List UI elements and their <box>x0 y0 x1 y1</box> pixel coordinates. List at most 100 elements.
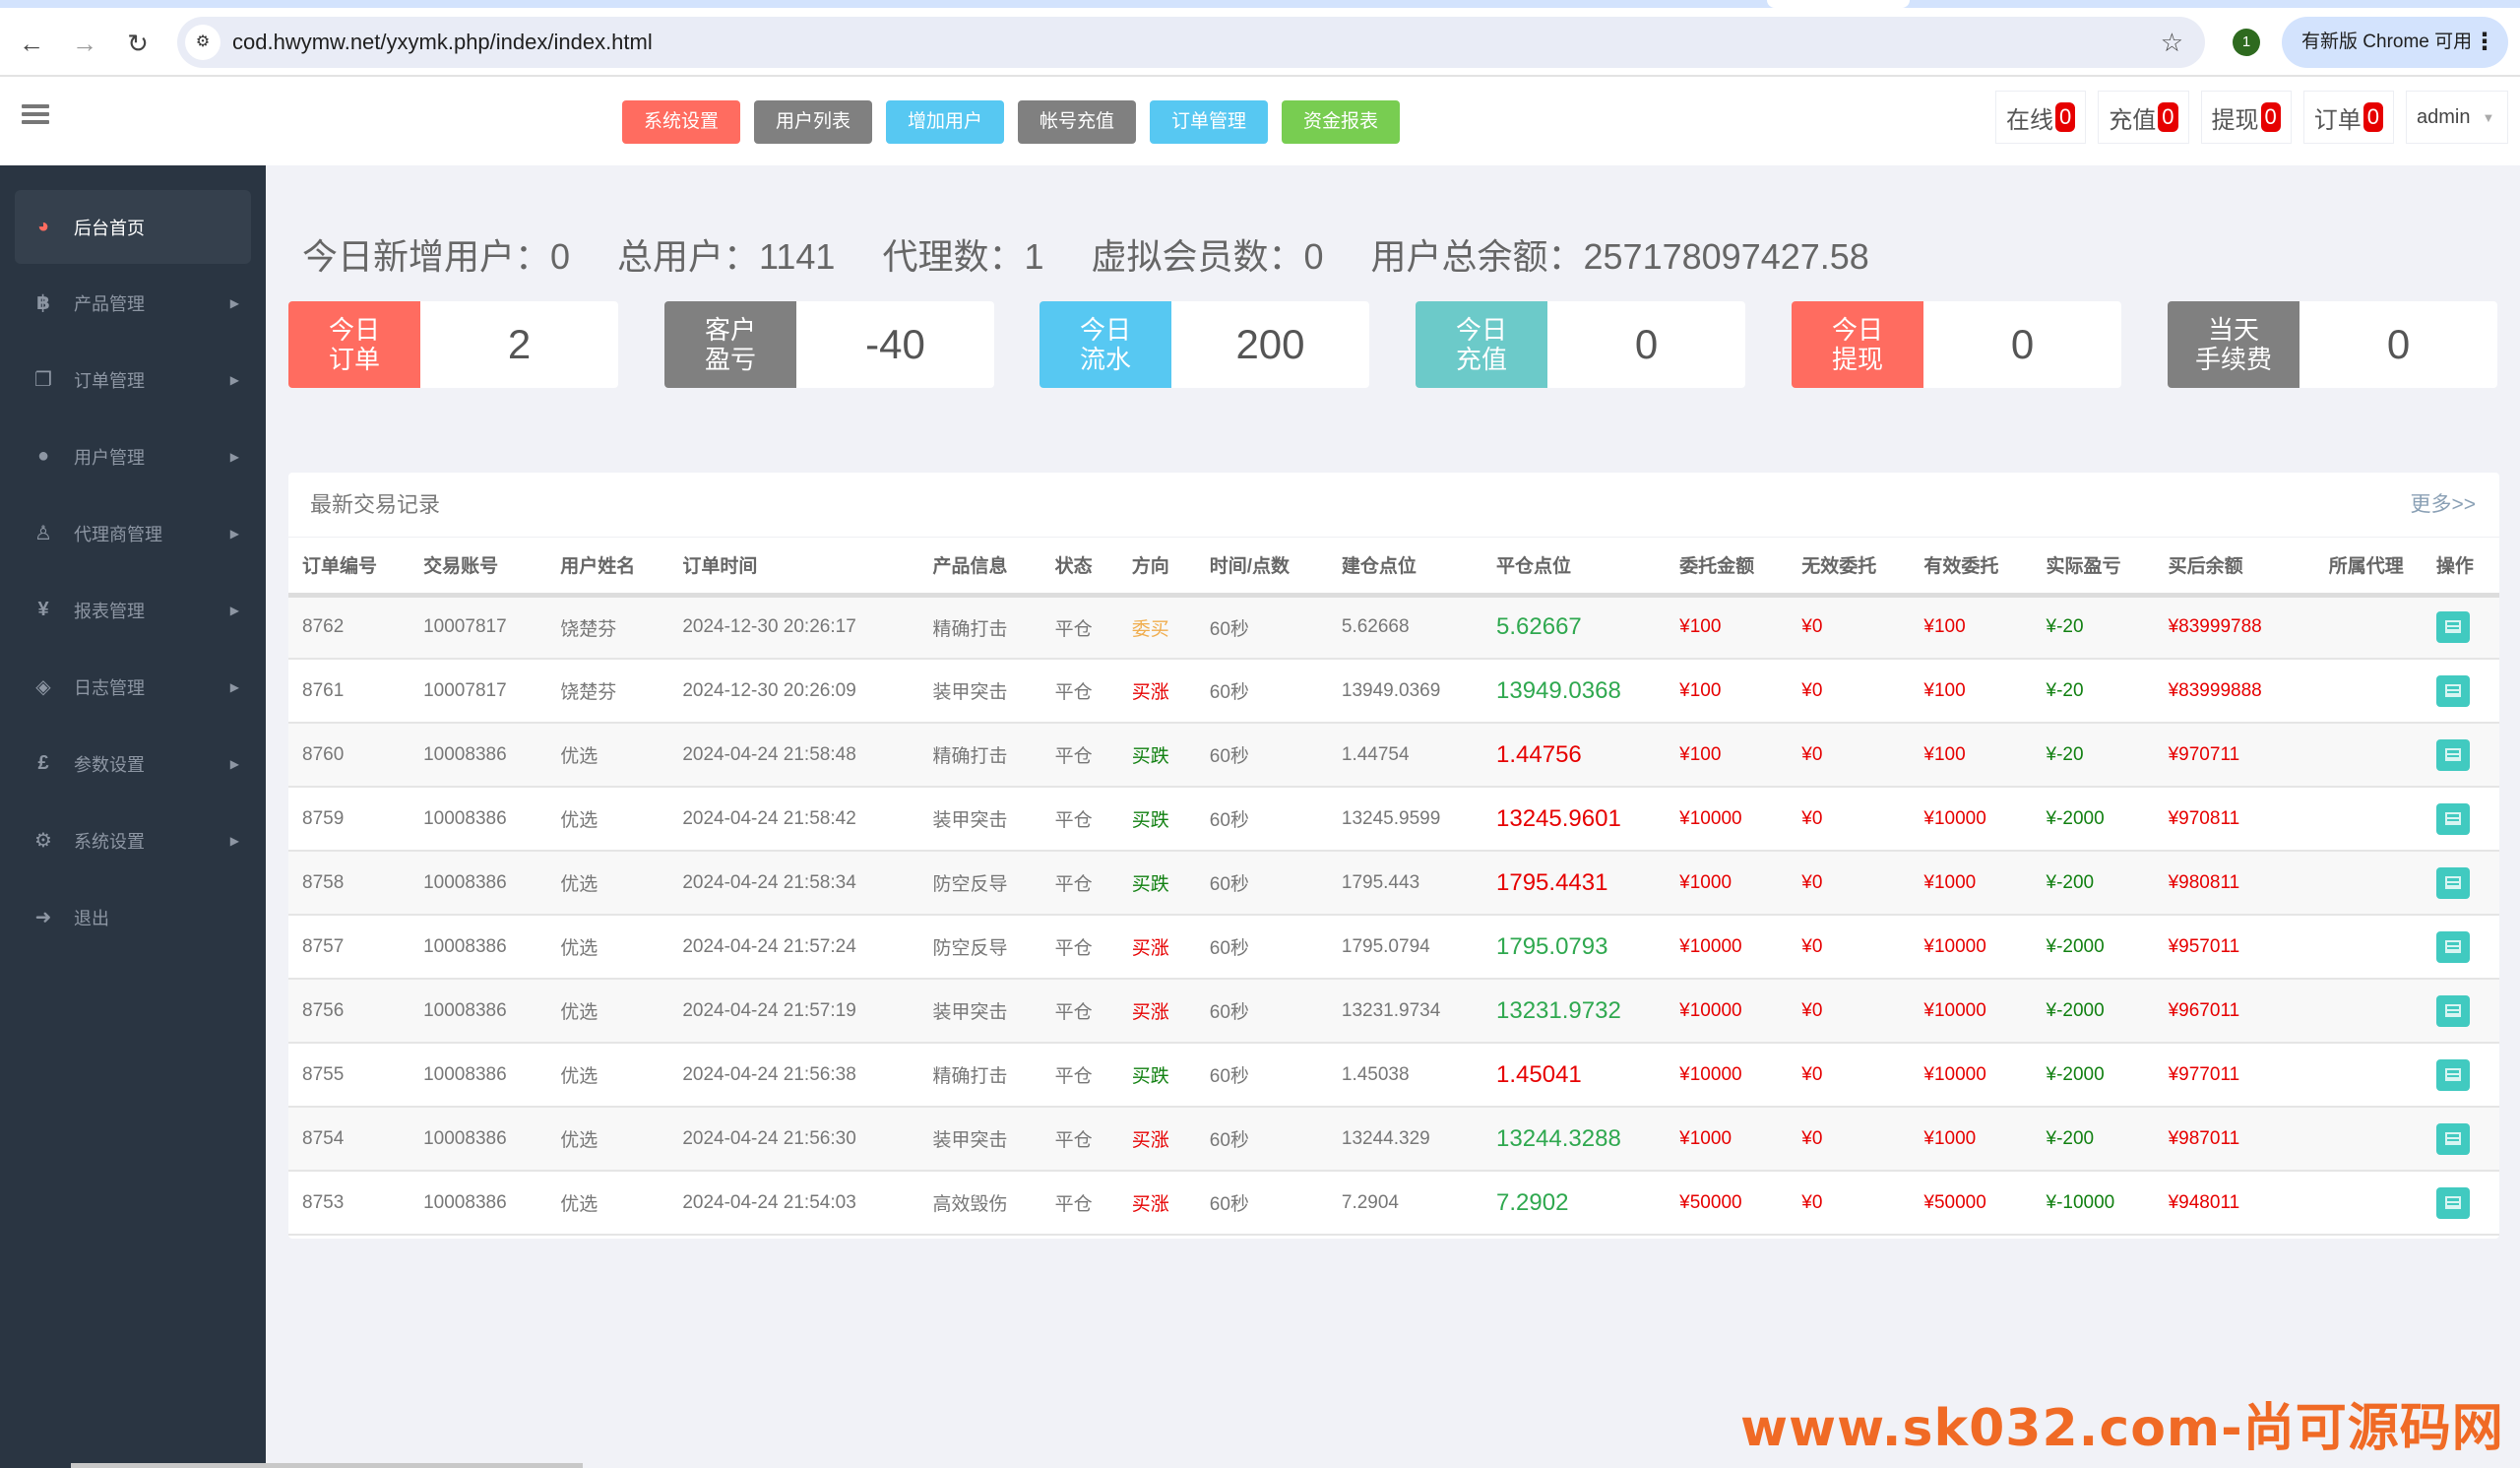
quick-button-2[interactable]: 增加用户 <box>886 100 1004 144</box>
stat-label-line1: 今日 <box>1831 315 1883 345</box>
chrome-update-button[interactable]: 有新版 Chrome 可用 ⋮ <box>2282 17 2508 68</box>
sidebar-item-8[interactable]: ⚙ 系统设置 ▶ <box>15 803 251 877</box>
stat-label-line1: 今日 <box>1455 315 1507 345</box>
cell-pnl: ¥-200 <box>2032 851 2155 916</box>
cell-account: 10008386 <box>410 787 547 852</box>
cell-period: 60秒 <box>1195 915 1328 980</box>
sidebar-item-9[interactable]: ➜ 退出 <box>15 880 251 954</box>
cell-product: 精确打击 <box>918 595 1041 660</box>
cell-time: 2024-04-24 21:56:30 <box>668 1107 919 1172</box>
table-row: 8757 10008386 优选 2024-04-24 21:57:24 防空反导 平仓买… <box>288 915 2499 980</box>
user-icon: ● <box>36 445 50 467</box>
more-link[interactable]: 更多>> <box>2410 473 2476 538</box>
sidebar-item-2[interactable]: ❐ 订单管理 ▶ <box>15 343 251 416</box>
sidebar-item-1[interactable]: ฿ 产品管理 ▶ <box>15 266 251 340</box>
sidebar-item-0[interactable]: ◕ 后台首页 <box>15 190 251 264</box>
list-icon <box>2444 1003 2461 1017</box>
cell-action <box>2422 595 2499 660</box>
view-detail-button[interactable] <box>2435 674 2470 707</box>
cell-name: 优选 <box>546 851 669 916</box>
extension-badge[interactable]: 1 <box>2233 29 2260 56</box>
cell-account: 10007817 <box>410 659 547 724</box>
quick-button-5[interactable]: 资金报表 <box>1282 100 1400 144</box>
quick-button-4[interactable]: 订单管理 <box>1150 100 1268 144</box>
list-icon <box>2444 620 2461 634</box>
sidebar-item-6[interactable]: ◈ 日志管理 ▶ <box>15 650 251 724</box>
cell-direction: 买涨 <box>1117 1107 1196 1172</box>
view-detail-button[interactable] <box>2435 1186 2470 1219</box>
cell-action <box>2422 723 2499 788</box>
cell-id: 8762 <box>288 595 410 660</box>
bookmark-star-icon[interactable]: ☆ <box>2161 17 2183 68</box>
cell-period: 60秒 <box>1195 723 1328 788</box>
view-detail-button[interactable] <box>2435 1122 2470 1155</box>
cell-account: 10008386 <box>410 915 547 980</box>
indicator-0[interactable]: 在线 0 <box>1995 91 2087 144</box>
user-menu[interactable]: admin ▼ <box>2406 91 2508 144</box>
cell-balance: ¥957011 <box>2154 915 2315 980</box>
cell-status: 平仓 <box>1040 915 1118 980</box>
sidebar-item-3[interactable]: ● 用户管理 ▶ <box>15 419 251 493</box>
username: admin <box>2417 105 2471 128</box>
view-detail-button[interactable] <box>2435 866 2470 899</box>
cell-action <box>2422 1043 2499 1108</box>
yen-icon: ¥ <box>37 599 49 620</box>
quick-action-buttons: 系统设置 用户列表 增加用户 帐号充值 订单管理 资金报表 <box>622 100 1400 144</box>
forward-icon[interactable]: → <box>69 28 100 59</box>
cell-amount: ¥10000 <box>1666 979 1789 1044</box>
stat-card-1: 客户 盈亏 -40 <box>664 301 994 388</box>
quick-button-0[interactable]: 系统设置 <box>622 100 740 144</box>
stat-card-5: 当天 手续费 0 <box>2168 301 2497 388</box>
cell-valid: ¥10000 <box>1910 979 2033 1044</box>
column-header: 建仓点位 <box>1327 538 1483 598</box>
sidebar-item-7[interactable]: £ 参数设置 ▶ <box>15 727 251 800</box>
cell-agent <box>2314 979 2423 1044</box>
column-header: 产品信息 <box>918 538 1041 598</box>
stat-label-line1: 今日 <box>328 315 380 345</box>
cell-period: 60秒 <box>1195 979 1328 1044</box>
cell-agent <box>2314 723 2423 788</box>
quick-button-1[interactable]: 用户列表 <box>754 100 872 144</box>
dashboard-icon: ◕ <box>36 216 50 237</box>
sidebar: ◕ 后台首页 ฿ 产品管理 ▶ ❐ 订单管理 ▶ ● 用户管理 ▶ ♙ 代理商管理 ▶ ¥ 报表管理 ▶ ◈ 日志管… <box>0 165 266 1468</box>
table-row: 8759 10008386 优选 2024-04-24 21:58:42 装甲突击 平仓买… <box>288 787 2499 852</box>
column-header: 订单时间 <box>668 538 919 598</box>
view-detail-button[interactable] <box>2435 1058 2470 1091</box>
cell-time: 2024-04-24 21:57:24 <box>668 915 919 980</box>
view-detail-button[interactable] <box>2435 611 2470 644</box>
stat-card-3: 今日 充值 0 <box>1416 301 1745 388</box>
view-detail-button[interactable] <box>2435 738 2470 771</box>
sidebar-item-4[interactable]: ♙ 代理商管理 ▶ <box>15 496 251 570</box>
cell-product: 高效毁伤 <box>918 1171 1041 1236</box>
sign-out-icon: ➜ <box>34 907 52 928</box>
view-detail-button[interactable] <box>2435 930 2470 963</box>
cell-period: 60秒 <box>1195 1043 1328 1108</box>
reload-icon[interactable]: ↻ <box>122 28 154 59</box>
active-tab[interactable] <box>1767 0 1910 8</box>
view-detail-button[interactable] <box>2435 994 2470 1027</box>
back-icon[interactable]: ← <box>16 28 47 59</box>
cell-id: 8754 <box>288 1107 410 1172</box>
indicator-2[interactable]: 提现 0 <box>2200 91 2292 144</box>
indicator-1[interactable]: 充值 0 <box>2098 91 2189 144</box>
view-detail-button[interactable] <box>2435 802 2470 835</box>
cell-valid: ¥100 <box>1910 659 2033 724</box>
url-text[interactable]: cod.hwymw.net/yxymk.php/index/index.html <box>232 17 653 68</box>
header-indicators: 在线 0 充值 0 提现 0 订单 0 admin ▼ <box>1995 91 2508 144</box>
address-bar[interactable]: ⚙ cod.hwymw.net/yxymk.php/index/index.ht… <box>177 17 2205 68</box>
cell-time: 2024-04-24 21:57:19 <box>668 979 919 1044</box>
quick-button-3[interactable]: 帐号充值 <box>1018 100 1136 144</box>
cell-balance: ¥987011 <box>2154 1107 2315 1172</box>
caret-right-icon: ▶ <box>229 295 239 310</box>
cell-valid: ¥1000 <box>1910 851 2033 916</box>
hamburger-menu-icon[interactable] <box>22 104 49 128</box>
kebab-menu-icon[interactable]: ⋮ <box>2473 17 2496 68</box>
cell-name: 优选 <box>546 723 669 788</box>
sidebar-item-5[interactable]: ¥ 报表管理 ▶ <box>15 573 251 647</box>
indicator-3[interactable]: 订单 0 <box>2302 91 2394 144</box>
cell-open: 13231.9734 <box>1327 979 1483 1044</box>
horizontal-scrollbar[interactable] <box>71 1463 583 1468</box>
cell-status: 平仓 <box>1040 979 1118 1044</box>
site-info-icon[interactable]: ⚙ <box>185 25 220 60</box>
cell-account: 10008386 <box>410 851 547 916</box>
